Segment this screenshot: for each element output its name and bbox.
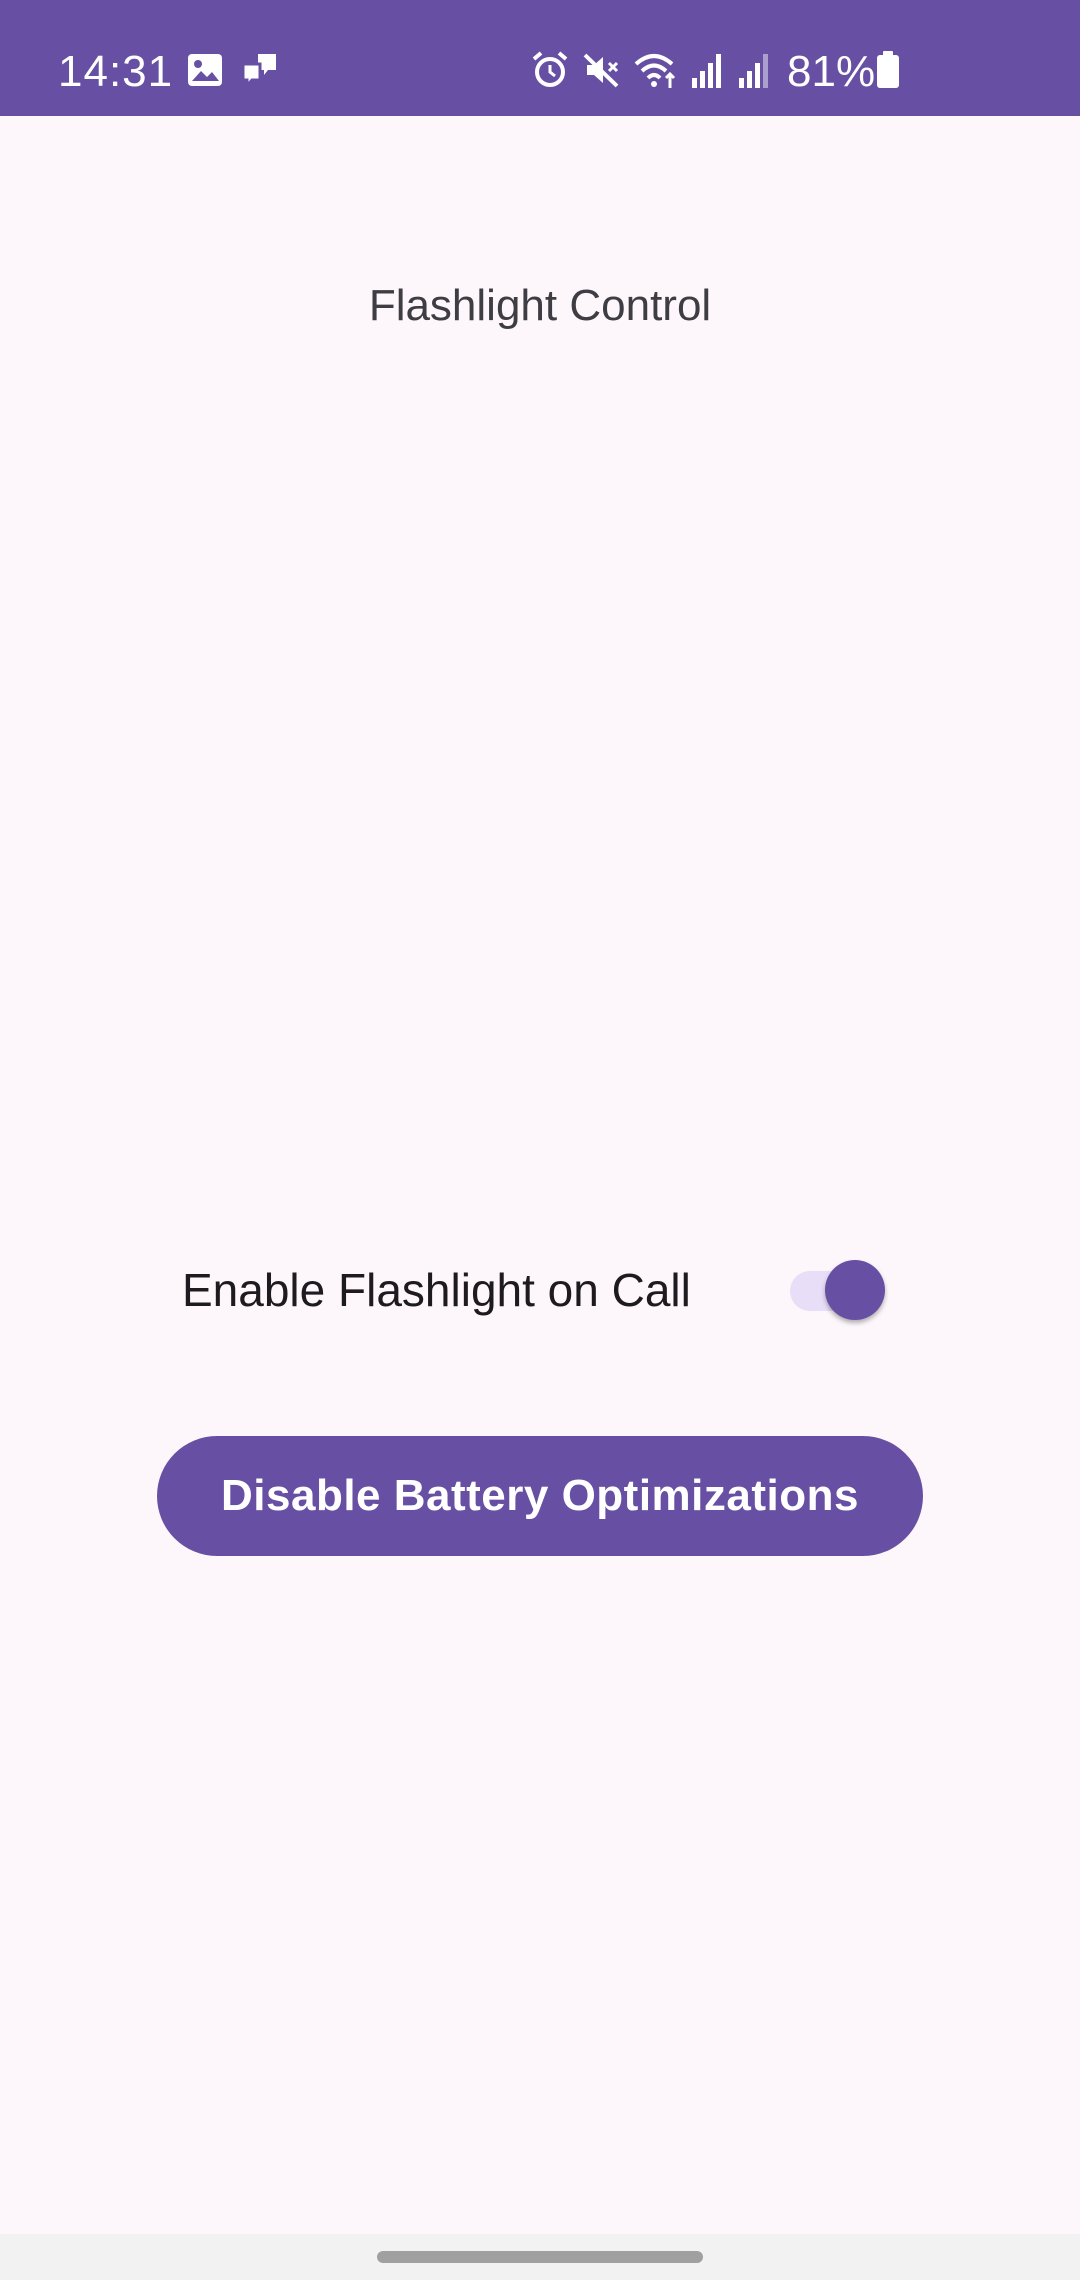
chat-bubbles-icon <box>241 54 276 90</box>
signal-icon <box>739 54 768 88</box>
battery-icon <box>877 51 899 88</box>
alarm-icon <box>532 51 568 87</box>
home-gesture-handle[interactable] <box>377 2251 703 2263</box>
gallery-icon <box>188 54 222 86</box>
signal-icon <box>692 54 721 88</box>
status-time: 14:31 <box>58 47 174 96</box>
mute-icon <box>583 53 619 88</box>
flashlight-toggle-label: Enable Flashlight on Call <box>182 1264 691 1316</box>
disable-battery-optimizations-button[interactable]: Disable Battery Optimizations <box>157 1436 923 1556</box>
navigation-bar <box>0 2234 1080 2280</box>
switch-thumb <box>825 1260 885 1320</box>
battery-percentage: 81% <box>787 47 876 96</box>
page-title: Flashlight Control <box>368 281 712 330</box>
flashlight-switch[interactable] <box>790 1260 885 1320</box>
wifi-icon <box>634 54 676 88</box>
flashlight-toggle-row[interactable]: Enable Flashlight on Call <box>182 1226 892 1356</box>
status-bar: 14:31 81% <box>0 0 1080 116</box>
app-content: Flashlight Control Enable Flashlight on … <box>0 116 1080 2234</box>
